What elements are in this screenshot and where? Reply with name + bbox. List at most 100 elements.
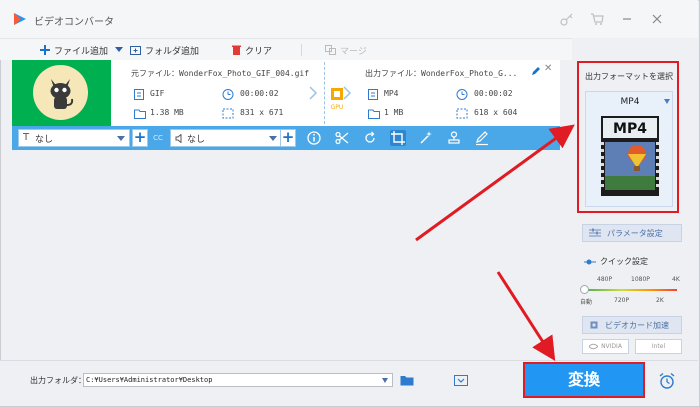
folder-add-icon (130, 46, 141, 55)
cat-icon (50, 79, 74, 109)
mp4-format-icon: MP4 (601, 116, 659, 196)
title-bar: ビデオコンバータ (0, 0, 698, 38)
tick-2k: 2K (656, 297, 664, 304)
add-subtitle-button[interactable]: + (132, 129, 148, 147)
crop-icon[interactable] (390, 130, 406, 146)
nvidia-label: NVIDIA (601, 343, 622, 350)
browse-folder-icon[interactable] (400, 374, 414, 386)
chevron-down-icon[interactable] (382, 378, 388, 383)
info-icon[interactable] (306, 130, 322, 146)
source-format: GIF (150, 89, 165, 98)
quick-settings-heading: クイック設定 (584, 256, 648, 267)
open-output-folder-icon[interactable] (454, 374, 468, 386)
output-filename: WonderFox_Photo_G... (421, 69, 518, 78)
tick-1080p: 1080P (631, 276, 650, 283)
output-file-line: 出力ファイル：WonderFox_Photo_G... (365, 68, 517, 79)
chevron-down-icon (269, 136, 277, 141)
parameter-settings-button[interactable]: パラメータ設定 (582, 224, 682, 242)
merge-icon (325, 45, 336, 55)
minimize-icon[interactable] (620, 12, 634, 26)
toolbar-separator (301, 44, 302, 56)
tick-480p: 480P (597, 276, 613, 283)
source-duration: 00:00:02 (240, 89, 279, 98)
cc-label: CC (153, 134, 163, 142)
add-folder-button[interactable]: フォルダ追加 (130, 42, 199, 58)
source-file-line: 元ファイル：WonderFox_Photo_GIF_004.gif (131, 68, 309, 79)
nvidia-logo-icon (589, 343, 599, 350)
key-icon[interactable] (560, 12, 574, 26)
add-file-label: ファイル追加 (54, 46, 109, 57)
video-thumbnail[interactable] (12, 60, 111, 126)
cc-icon[interactable]: CC (150, 129, 166, 147)
nvidia-toggle[interactable]: NVIDIA (582, 339, 629, 354)
clear-button[interactable]: クリア (232, 42, 272, 58)
add-audio-button[interactable]: + (280, 129, 296, 147)
conversion-divider (324, 62, 325, 124)
source-resolution: 831 x 671 (240, 108, 284, 117)
app-title: ビデオコンバータ (34, 17, 114, 28)
effects-wand-icon[interactable] (418, 130, 434, 146)
quality-slider-track[interactable] (585, 289, 677, 291)
arrow-right-icon-2 (343, 86, 352, 100)
tick-720p: 720P (614, 297, 630, 304)
arrow-right-icon (309, 86, 318, 100)
output-size-icon (368, 109, 380, 119)
chevron-down-icon (117, 136, 125, 141)
output-clock-icon (456, 89, 468, 100)
quality-slider-knob[interactable] (580, 285, 589, 294)
file-format-icon (134, 89, 144, 100)
format-selector[interactable]: MP4 MP4 (585, 91, 673, 207)
output-resolution-icon (456, 108, 468, 119)
rotate-icon[interactable] (362, 130, 378, 146)
output-resolution: 618 x 604 (474, 108, 518, 117)
thumbnail-image (33, 65, 88, 120)
folder-size-icon (134, 109, 146, 119)
plus-icon (40, 45, 50, 55)
remove-file-icon[interactable]: ✕ (544, 63, 552, 74)
selected-format-name: MP4 (620, 97, 640, 107)
sliders-icon (589, 228, 601, 237)
quick-settings-label: クイック設定 (600, 257, 648, 266)
file-list-item[interactable]: 元ファイル：WonderFox_Photo_GIF_004.gif GIF 00… (12, 60, 560, 126)
audio-select[interactable]: なし (170, 129, 282, 147)
audio-value: なし (187, 134, 206, 145)
tick-auto: 自動 (580, 299, 593, 306)
source-label: 元ファイル： (131, 69, 179, 78)
add-file-button[interactable]: ファイル追加 (40, 42, 108, 58)
output-duration: 00:00:02 (474, 89, 513, 98)
convert-button[interactable]: 変換 (523, 362, 645, 398)
subtitle-select[interactable]: T なし (18, 129, 130, 147)
clock-icon (222, 89, 234, 100)
intel-toggle[interactable]: Intel (635, 339, 682, 354)
merge-label: マージ (340, 46, 367, 57)
output-format-icon (368, 89, 378, 100)
cart-icon[interactable] (590, 12, 604, 26)
app-logo-icon (14, 13, 26, 25)
chevron-down-icon (664, 99, 670, 104)
intel-label: Intel (651, 343, 666, 350)
speaker-icon (175, 134, 182, 143)
tick-4k: 4K (672, 276, 680, 283)
output-folder-input[interactable]: C:¥Users¥Administrator¥Desktop (83, 373, 393, 387)
text-t-icon: T (23, 132, 30, 143)
rename-edit-icon[interactable] (531, 66, 541, 76)
trash-icon (232, 45, 241, 55)
edit-pen-icon[interactable] (474, 130, 490, 146)
gpu-label: GPU (331, 104, 344, 111)
add-folder-label: フォルダ追加 (145, 46, 200, 57)
merge-button[interactable]: マージ (325, 42, 367, 58)
file-list-area[interactable] (12, 150, 560, 360)
alarm-clock-icon[interactable] (658, 372, 676, 390)
quick-slider-icon (584, 259, 596, 264)
parameter-settings-label: パラメータ設定 (607, 228, 663, 238)
output-label: 出力ファイル： (365, 69, 421, 78)
gpu-acceleration-button[interactable]: ビデオカード加速 (582, 316, 682, 334)
watermark-stamp-icon[interactable] (446, 130, 462, 146)
scissors-icon[interactable] (334, 130, 350, 146)
output-format-section: 出力フォーマットを選択 MP4 MP4 (577, 61, 679, 213)
add-file-dropdown[interactable] (115, 42, 127, 58)
subtitle-value: なし (35, 134, 54, 145)
resolution-icon (222, 108, 234, 119)
output-format: MP4 (384, 89, 399, 98)
close-window-icon[interactable] (650, 12, 664, 26)
